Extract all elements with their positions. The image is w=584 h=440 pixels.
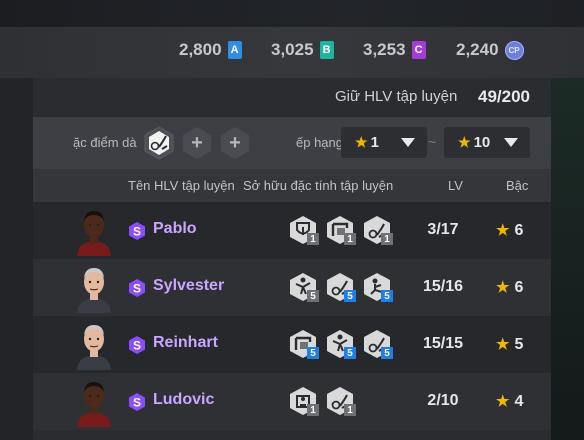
- currency-b: 3,025 B: [271, 40, 334, 60]
- currency-c: 3,253 C: [363, 40, 426, 60]
- trait-level-badge: 1: [307, 233, 319, 245]
- coach-level: 15/16: [422, 278, 464, 295]
- coach-grade: ★ 6: [496, 278, 523, 297]
- top-strip: [0, 0, 584, 27]
- max-grade-value: 10: [473, 134, 491, 151]
- currency-a-amount: 2,800: [179, 40, 222, 59]
- currency-c-icon: C: [411, 41, 426, 59]
- svg-text:S: S: [133, 339, 141, 353]
- trait-filter-label: ặc điểm dà: [73, 135, 137, 150]
- coach-name: Ludovic: [153, 391, 215, 408]
- trait-level-badge: 1: [307, 404, 319, 416]
- dribble-trait-icon[interactable]: 1: [362, 215, 393, 245]
- trait-level-badge: 5: [307, 347, 319, 359]
- special-coach-badge-icon: S: [128, 222, 146, 240]
- star-icon: ★: [496, 336, 510, 353]
- trait-level-badge: 1: [344, 404, 356, 416]
- trait-level-badge: 5: [381, 347, 393, 359]
- star-icon: ★: [458, 134, 471, 150]
- trait-level-badge: 5: [307, 290, 319, 302]
- min-grade-dropdown[interactable]: ★ 1: [341, 127, 427, 158]
- svg-text:S: S: [133, 225, 141, 239]
- right-edge: [551, 78, 584, 440]
- star-icon: ★: [355, 134, 368, 150]
- currency-cp: 2,240 CP: [456, 40, 524, 60]
- range-separator: ~: [428, 134, 437, 150]
- kick-trait-icon[interactable]: 5: [362, 272, 393, 302]
- currency-b-icon: B: [319, 41, 334, 59]
- keeper-trait-icon[interactable]: 1: [288, 386, 319, 416]
- column-header-traits[interactable]: Sở hữu đặc tính tập luyện: [243, 178, 393, 193]
- currency-b-amount: 3,025: [271, 40, 314, 59]
- trait-level-badge: 1: [381, 233, 393, 245]
- special-coach-badge-icon: S: [128, 393, 146, 411]
- coach-avatar: [75, 320, 113, 370]
- trait-filter-slot-selected[interactable]: [142, 126, 176, 160]
- plus-icon: +: [229, 131, 241, 154]
- coach-avatar: [75, 263, 113, 313]
- max-grade-dropdown[interactable]: ★ 10: [444, 127, 530, 158]
- left-edge: [0, 78, 33, 440]
- column-header-grade[interactable]: Bậc: [506, 178, 528, 193]
- coach-name: Pablo: [153, 220, 197, 237]
- column-header-level[interactable]: LV: [448, 178, 463, 193]
- leap-trait-icon[interactable]: 5: [288, 272, 319, 302]
- svg-text:S: S: [133, 282, 141, 296]
- coach-avatar: [75, 377, 113, 427]
- dribble-trait-icon[interactable]: 5: [325, 272, 356, 302]
- capacity-label: Giữ HLV tập luyện: [335, 88, 458, 105]
- coach-name: Reinhart: [153, 334, 218, 351]
- trait-level-badge: 5: [344, 290, 356, 302]
- trait-filter-slot-add-1[interactable]: +: [180, 126, 214, 160]
- dribble-trait-icon[interactable]: 5: [362, 329, 393, 359]
- coach-grade: ★ 6: [496, 221, 523, 240]
- plus-icon: +: [191, 131, 203, 154]
- chevron-down-icon: [504, 138, 518, 147]
- svg-text:S: S: [133, 396, 141, 410]
- wall-trait-icon[interactable]: 1: [325, 215, 356, 245]
- grade-value: 6: [514, 279, 524, 296]
- coach-row[interactable]: S Ludovic 1 1 2/10 ★ 4: [33, 373, 551, 430]
- chevron-down-icon: [401, 138, 415, 147]
- currency-c-amount: 3,253: [363, 40, 406, 59]
- star-icon: ★: [496, 222, 510, 239]
- currency-a: 2,800 A: [179, 40, 242, 60]
- coach-row[interactable]: S Reinhart 5 5 5 15/15 ★ 5: [33, 316, 551, 373]
- capacity-value: 49/200: [478, 87, 530, 106]
- trait-level-badge: 5: [344, 347, 356, 359]
- cp-coin-icon: CP: [504, 40, 524, 60]
- coach-row[interactable]: S Sylvester 5 5 5 15/16 ★ 6: [33, 259, 551, 316]
- coach-level: 3/17: [427, 221, 459, 238]
- column-header-name[interactable]: Tên HLV tập luyện: [128, 178, 235, 193]
- currency-cp-amount: 2,240: [456, 40, 499, 59]
- coach-name: Sylvester: [153, 277, 225, 294]
- dribble-trait-icon[interactable]: 1: [325, 386, 356, 416]
- star-icon: ★: [496, 393, 510, 410]
- grade-value: 6: [514, 222, 524, 239]
- rank-filter-label: ếp hạng: [296, 135, 343, 150]
- grade-value: 5: [514, 336, 524, 353]
- currency-a-icon: A: [227, 41, 242, 59]
- coach-level: 15/15: [422, 335, 464, 352]
- star-icon: ★: [496, 279, 510, 296]
- grade-value: 4: [514, 393, 524, 410]
- coach-grade: ★ 4: [496, 392, 523, 411]
- coach-row[interactable]: S Pablo 1 1 1 3/17 ★ 6: [33, 202, 551, 259]
- trait-level-badge: 1: [344, 233, 356, 245]
- min-grade-value: 1: [370, 134, 379, 151]
- coach-level: 2/10: [427, 392, 459, 409]
- coach-grade: ★ 5: [496, 335, 523, 354]
- special-coach-badge-icon: S: [128, 336, 146, 354]
- shield-trait-icon[interactable]: 1: [288, 215, 319, 245]
- wall-trait-icon[interactable]: 5: [288, 329, 319, 359]
- special-coach-badge-icon: S: [128, 279, 146, 297]
- coach-avatar: [75, 206, 113, 256]
- leap-trait-icon[interactable]: 5: [325, 329, 356, 359]
- trait-level-badge: 5: [381, 290, 393, 302]
- trait-filter-slot-add-2[interactable]: +: [218, 126, 252, 160]
